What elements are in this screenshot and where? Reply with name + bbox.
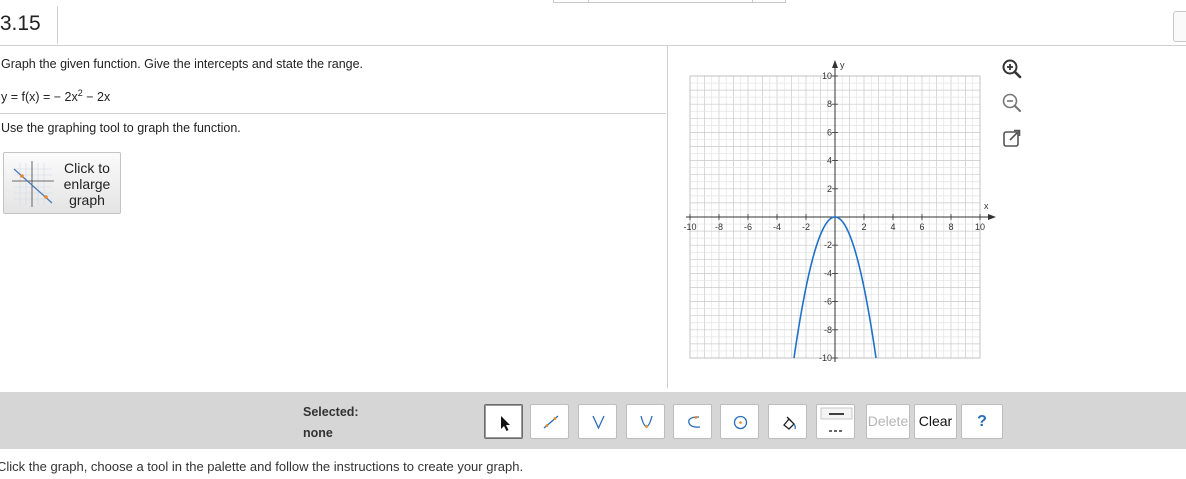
axes [686, 60, 996, 362]
fill-tool-button[interactable] [768, 404, 807, 439]
tool-instruction: Use the graphing tool to graph the funct… [1, 121, 241, 135]
x-tick-label: 2 [861, 222, 866, 232]
absolute-value-tool-button[interactable] [578, 404, 617, 439]
y-tick-label: -8 [824, 325, 832, 335]
y-tick-label: 8 [827, 99, 832, 109]
panel-divider [667, 46, 668, 388]
header-separator [57, 6, 58, 44]
popout-icon[interactable] [1000, 126, 1024, 150]
enlarge-graph-button[interactable]: Click to enlarge graph [3, 152, 121, 214]
enlarge-label-line1: Click to [64, 160, 110, 176]
parabola-tool-button[interactable] [626, 404, 665, 439]
question-divider [0, 113, 666, 114]
y-tick-label: -4 [824, 268, 832, 278]
question-instruction: Graph the given function. Give the inter… [1, 57, 364, 71]
x-tick-label: -4 [773, 222, 781, 232]
x-tick-label: -8 [715, 222, 723, 232]
help-button[interactable]: ? [961, 404, 1003, 439]
y-tick-label: 10 [822, 71, 832, 81]
paint-bucket-icon [783, 416, 796, 430]
delete-button[interactable]: Delete [866, 404, 910, 439]
y-tick-label: 4 [827, 156, 832, 166]
y-tick-label: -2 [824, 240, 832, 250]
circle-tool-button[interactable] [720, 404, 759, 439]
y-tick-label: 2 [827, 184, 832, 194]
x-axis-arrow [988, 214, 996, 220]
exponential-icon [688, 415, 701, 428]
function-suffix: − 2x [82, 90, 111, 105]
circle-icon [733, 415, 748, 430]
absolute-value-icon [592, 415, 605, 430]
pointer-icon [501, 416, 510, 431]
graph-canvas[interactable]: -10 -8 -6 -4 -2 2 4 6 8 10 10 8 6 4 2 -2 -4 -6 -8 -10 x y [680, 56, 1000, 366]
y-tick-label: -6 [824, 297, 832, 307]
selected-label: Selected: [303, 405, 359, 419]
x-tick-label: -2 [802, 222, 810, 232]
line-style-icon [820, 407, 853, 432]
y-axis-label: y [840, 60, 845, 70]
parabola-icon [640, 415, 653, 428]
x-tick-label: -10 [683, 222, 696, 232]
exponential-tool-button[interactable] [673, 404, 712, 439]
x-axis-label: x [984, 201, 989, 211]
tab-stub [553, 0, 786, 3]
x-tick-label: 10 [975, 222, 985, 232]
x-tick-label: 8 [948, 222, 953, 232]
enlarge-label-line3: graph [69, 192, 105, 208]
question-number: .3.15 [0, 12, 41, 35]
y-tick-label: 6 [827, 127, 832, 137]
mini-graph-icon [12, 161, 54, 207]
pointer-tool-button[interactable] [484, 404, 523, 439]
zoom-in-icon[interactable] [1000, 57, 1024, 81]
line-tool-icon [543, 415, 559, 429]
y-tick-label: -10 [819, 353, 832, 363]
segment-tool-button[interactable] [530, 404, 569, 439]
y-axis-arrow [832, 60, 838, 68]
x-tick-label: 4 [890, 222, 895, 232]
footer-hint: Click the graph, choose a tool in the pa… [0, 459, 524, 474]
function-prefix: y = f(x) = − 2x [1, 90, 78, 105]
function-expression: y = f(x) = − 2x2 − 2x [1, 88, 110, 104]
header-answer-box[interactable] [1173, 11, 1186, 42]
enlarge-label-line2: enlarge [63, 176, 111, 192]
graph-toolbar: Selected: none Delete Clear ? [0, 392, 1186, 449]
enlarge-graph-label: Click to enlarge graph [56, 160, 118, 208]
x-tick-label: 6 [919, 222, 924, 232]
zoom-out-icon[interactable] [1000, 91, 1024, 115]
question-header: .3.15 [0, 0, 1186, 46]
selected-value: none [303, 426, 333, 440]
line-style-tool-button[interactable] [816, 404, 855, 439]
clear-button[interactable]: Clear [914, 404, 957, 439]
x-tick-label: -6 [744, 222, 752, 232]
